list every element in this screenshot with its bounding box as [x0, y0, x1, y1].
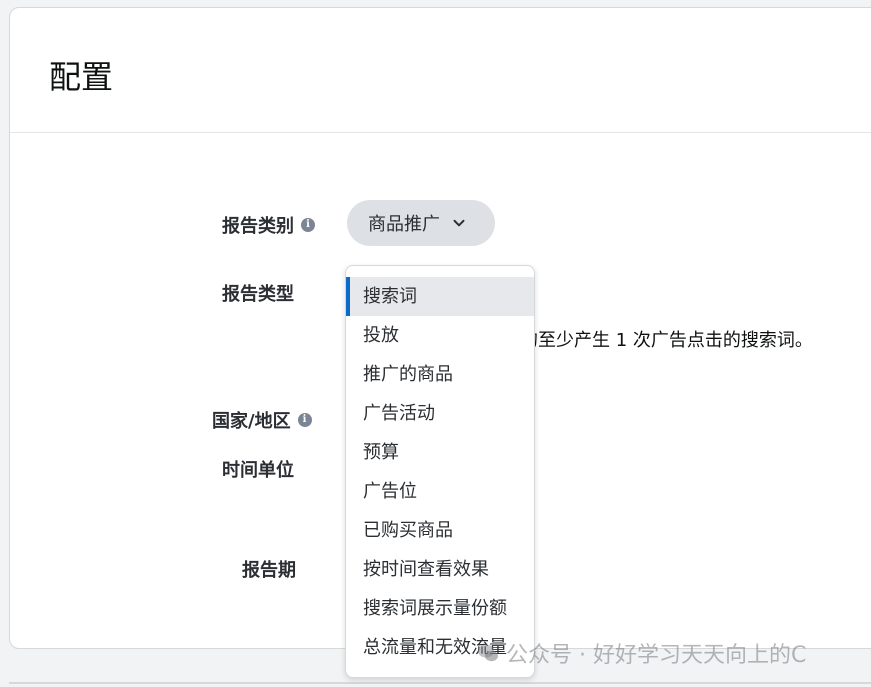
- dropdown-item-advertised-products[interactable]: 推广的商品: [346, 355, 534, 394]
- report-type-label: 报告类型: [222, 280, 294, 306]
- dropdown-item-search-terms[interactable]: 搜索词: [346, 277, 534, 316]
- country-label: 国家/地区 i: [212, 407, 312, 433]
- dropdown-item-search-term-impression-share[interactable]: 搜索词展示量份额: [346, 589, 534, 628]
- report-category-label-text: 报告类别: [222, 216, 294, 237]
- title-divider: [10, 132, 871, 133]
- info-icon[interactable]: i: [301, 218, 315, 232]
- time-unit-label: 时间单位: [222, 456, 294, 482]
- card-title: 配置: [49, 58, 114, 96]
- watermark-text: 公众号 · 好好学习天天向上的C: [506, 643, 807, 668]
- report-period-label: 报告期: [242, 556, 296, 582]
- dropdown-item-campaigns[interactable]: 广告活动: [346, 394, 534, 433]
- time-unit-label-text: 时间单位: [222, 460, 294, 481]
- chevron-down-icon: [452, 216, 466, 230]
- dropdown-item-budget[interactable]: 预算: [346, 433, 534, 472]
- report-category-dropdown-menu[interactable]: 搜索词 投放 推广的商品 广告活动 预算 广告位 已购买商品 按时间查看效果 搜…: [345, 265, 535, 678]
- next-card-edge: [9, 682, 871, 684]
- dropdown-item-targeting[interactable]: 投放: [346, 316, 534, 355]
- report-category-value: 商品推广: [368, 214, 440, 235]
- watermark: 公众号 · 好好学习天天向上的C: [476, 637, 806, 669]
- country-label-text: 国家/地区: [212, 411, 291, 432]
- report-type-description: 的至少产生 1 次广告点击的搜索词。: [520, 330, 813, 351]
- report-type-label-text: 报告类型: [222, 284, 294, 305]
- dropdown-item-performance-over-time[interactable]: 按时间查看效果: [346, 550, 534, 589]
- dropdown-item-purchased-products[interactable]: 已购买商品: [346, 511, 534, 550]
- report-period-label-text: 报告期: [242, 560, 296, 581]
- report-category-label: 报告类别 i: [222, 212, 315, 238]
- info-icon[interactable]: i: [297, 413, 312, 427]
- dropdown-item-placement[interactable]: 广告位: [346, 472, 534, 511]
- wechat-icon: [476, 641, 500, 665]
- report-category-dropdown-button[interactable]: 商品推广: [347, 200, 495, 246]
